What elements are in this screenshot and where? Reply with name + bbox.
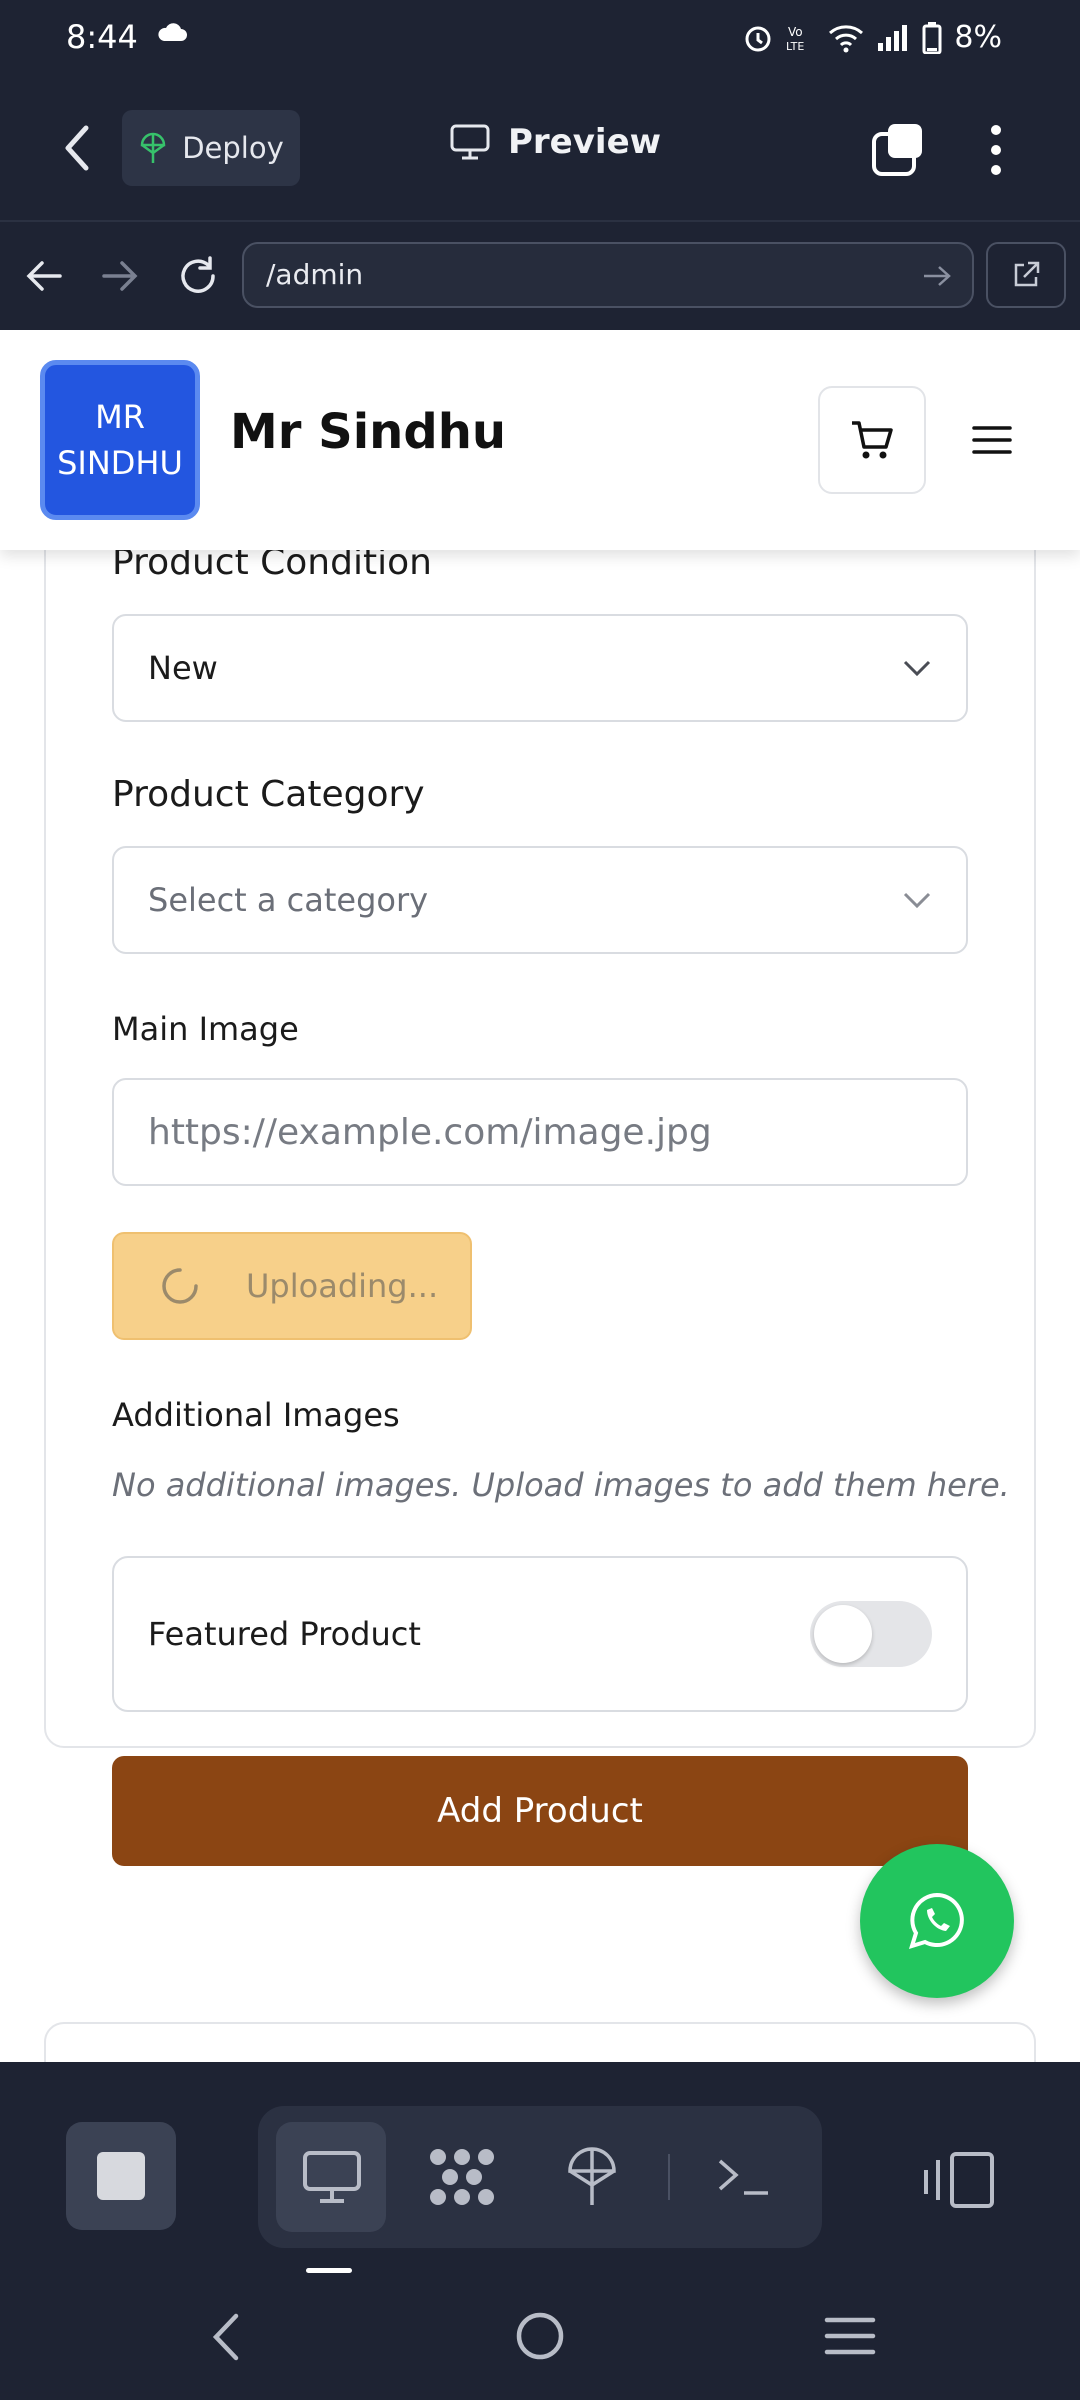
open-external-button[interactable] bbox=[986, 242, 1066, 308]
whatsapp-icon bbox=[908, 1892, 964, 1950]
tabs-icon[interactable] bbox=[870, 122, 926, 178]
web-content: MR SINDHU Mr Sindhu Product Condition New… bbox=[0, 330, 1080, 2062]
condition-select[interactable]: New bbox=[112, 614, 968, 722]
stop-button[interactable] bbox=[66, 2122, 176, 2230]
site-header: MR SINDHU Mr Sindhu bbox=[0, 330, 1080, 550]
toggle-knob bbox=[814, 1605, 872, 1663]
wifi-icon bbox=[829, 24, 864, 52]
status-bar: 8:44 Vo LTE 8% bbox=[0, 0, 1080, 78]
featured-label: Featured Product bbox=[148, 1615, 421, 1653]
upload-button[interactable]: Uploading... bbox=[112, 1232, 472, 1340]
preview-title: Preview bbox=[450, 122, 661, 162]
devices-icon[interactable] bbox=[920, 2150, 1000, 2210]
battery-icon bbox=[922, 21, 942, 54]
nav-back-icon[interactable] bbox=[208, 2310, 244, 2364]
status-icons: Vo LTE 8% bbox=[742, 20, 1002, 55]
additional-images-note: No additional images. Upload images to a… bbox=[112, 1466, 1010, 1504]
spinner-icon bbox=[162, 1268, 198, 1304]
cart-icon bbox=[852, 421, 893, 459]
stop-icon bbox=[97, 2152, 145, 2200]
preview-label: Preview bbox=[508, 122, 662, 162]
terminal-tab[interactable] bbox=[706, 2139, 782, 2215]
logo-line-2: SINDHU bbox=[57, 444, 183, 482]
main-image-input[interactable]: https://example.com/image.jpg bbox=[112, 1078, 968, 1186]
deploy-icon bbox=[140, 132, 166, 163]
svg-text:LTE: LTE bbox=[786, 40, 804, 53]
cloud-icon bbox=[158, 23, 187, 41]
url-input[interactable]: /admin bbox=[242, 242, 974, 308]
browser-forward-icon[interactable] bbox=[100, 258, 140, 294]
featured-product-row: Featured Product bbox=[112, 1556, 968, 1712]
upload-label: Uploading... bbox=[246, 1267, 439, 1305]
volte-icon: VoLTE bbox=[786, 25, 804, 53]
terminal-icon bbox=[718, 2159, 768, 2195]
active-indicator bbox=[306, 2268, 352, 2273]
bottom-toolbar bbox=[0, 2062, 1080, 2280]
featured-toggle[interactable] bbox=[810, 1601, 932, 1667]
monitor-icon bbox=[303, 2151, 361, 2203]
cart-button[interactable] bbox=[818, 386, 926, 494]
whatsapp-button[interactable] bbox=[860, 1844, 1014, 1998]
deploy-tab[interactable] bbox=[554, 2139, 630, 2215]
workspace-switcher bbox=[258, 2106, 822, 2248]
reload-icon[interactable] bbox=[176, 254, 220, 298]
main-image-label: Main Image bbox=[112, 1010, 299, 1048]
system-nav-bar bbox=[0, 2280, 1080, 2400]
go-arrow-icon[interactable] bbox=[922, 264, 952, 288]
site-logo[interactable]: MR SINDHU bbox=[40, 360, 200, 520]
apps-tab[interactable] bbox=[424, 2139, 500, 2215]
logo-line-1: MR bbox=[95, 397, 145, 436]
add-product-label: Add Product bbox=[437, 1791, 643, 1831]
app-bar: Deploy Preview bbox=[0, 78, 1080, 220]
deploy-button[interactable]: Deploy bbox=[122, 110, 300, 186]
deploy-label: Deploy bbox=[182, 131, 284, 165]
back-chevron-icon[interactable] bbox=[60, 124, 94, 172]
more-vert-icon[interactable] bbox=[982, 120, 1010, 180]
monitor-icon bbox=[450, 124, 490, 160]
url-text: /admin bbox=[266, 258, 364, 291]
status-time: 8:44 bbox=[66, 18, 138, 56]
brand-name: Mr Sindhu bbox=[230, 404, 507, 460]
monitor-tab[interactable] bbox=[294, 2139, 370, 2215]
browser-back-icon[interactable] bbox=[24, 258, 64, 294]
add-product-button[interactable]: Add Product bbox=[112, 1756, 968, 1866]
nav-home-icon[interactable] bbox=[514, 2310, 566, 2362]
next-card bbox=[44, 2022, 1036, 2062]
hamburger-menu-icon[interactable] bbox=[970, 418, 1014, 462]
main-image-placeholder: https://example.com/image.jpg bbox=[148, 1111, 712, 1153]
additional-images-label: Additional Images bbox=[112, 1396, 400, 1434]
deploy-icon bbox=[568, 2147, 616, 2205]
battery-percent: 8% bbox=[954, 20, 1002, 55]
external-link-icon bbox=[1014, 261, 1040, 287]
alarm-icon bbox=[745, 26, 771, 51]
chevron-down-icon bbox=[903, 660, 931, 677]
browser-url-bar: /admin bbox=[0, 220, 1080, 330]
nav-recents-icon[interactable] bbox=[824, 2314, 876, 2358]
toolbar-separator bbox=[668, 2154, 670, 2200]
category-select[interactable]: Select a category bbox=[112, 846, 968, 954]
svg-text:Vo: Vo bbox=[788, 25, 803, 39]
category-label: Product Category bbox=[112, 774, 425, 815]
apps-icon bbox=[430, 2149, 494, 2205]
condition-value: New bbox=[148, 649, 218, 687]
chevron-down-icon bbox=[903, 892, 931, 909]
signal-icon bbox=[878, 24, 908, 51]
category-placeholder: Select a category bbox=[148, 881, 429, 919]
